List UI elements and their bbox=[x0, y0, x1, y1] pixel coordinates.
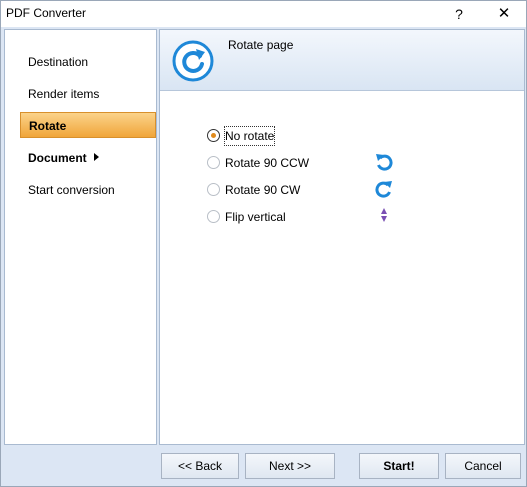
rotate-cw-icon bbox=[172, 40, 214, 82]
rotate-cw-icon bbox=[375, 181, 392, 198]
title-bar: PDF Converter ? ✕ bbox=[1, 1, 526, 27]
sidebar-item-destination[interactable]: Destination bbox=[5, 49, 156, 75]
sidebar-item-label: Destination bbox=[28, 55, 89, 69]
radio-rotate-90-cw[interactable] bbox=[207, 183, 220, 196]
sidebar-item-start-conversion[interactable]: Start conversion bbox=[5, 177, 156, 203]
content-panel: Rotate page No rotate Rotate 90 CCW Rota… bbox=[159, 29, 525, 445]
close-button[interactable]: ✕ bbox=[489, 4, 519, 24]
start-button[interactable]: Start! bbox=[359, 453, 439, 479]
page-title: Rotate page bbox=[228, 38, 294, 52]
flip-vertical-icon bbox=[381, 208, 387, 222]
sidebar-item-label: Rotate bbox=[29, 119, 67, 133]
sidebar-item-label: Render items bbox=[28, 87, 100, 101]
sidebar-item-render-items[interactable]: Render items bbox=[5, 81, 156, 107]
window-title: PDF Converter bbox=[6, 6, 87, 20]
help-button[interactable]: ? bbox=[444, 4, 474, 24]
page-header: Rotate page bbox=[160, 30, 524, 91]
back-button[interactable]: << Back bbox=[161, 453, 239, 479]
next-button[interactable]: Next >> bbox=[245, 453, 335, 479]
option-label: No rotate bbox=[223, 126, 276, 146]
chevron-right-icon bbox=[93, 153, 99, 161]
cancel-button[interactable]: Cancel bbox=[445, 453, 521, 479]
option-label: Rotate 90 CCW bbox=[225, 156, 310, 170]
sidebar-item-rotate[interactable]: Rotate bbox=[20, 112, 156, 138]
option-label: Flip vertical bbox=[225, 210, 286, 224]
pdf-converter-window: PDF Converter ? ✕ Destination Render ite… bbox=[0, 0, 527, 487]
sidebar-item-document[interactable]: Document bbox=[5, 145, 156, 171]
sidebar-item-label: Document bbox=[28, 151, 87, 165]
sidebar-item-label: Start conversion bbox=[28, 183, 115, 197]
rotate-ccw-icon bbox=[376, 154, 393, 171]
radio-flip-vertical[interactable] bbox=[207, 210, 220, 223]
option-label: Rotate 90 CW bbox=[225, 183, 301, 197]
radio-rotate-90-ccw[interactable] bbox=[207, 156, 220, 169]
footer-bar: << Back Next >> Start! Cancel bbox=[1, 446, 526, 486]
radio-no-rotate[interactable] bbox=[207, 129, 220, 142]
sidebar: Destination Render items Rotate Document… bbox=[4, 29, 157, 445]
